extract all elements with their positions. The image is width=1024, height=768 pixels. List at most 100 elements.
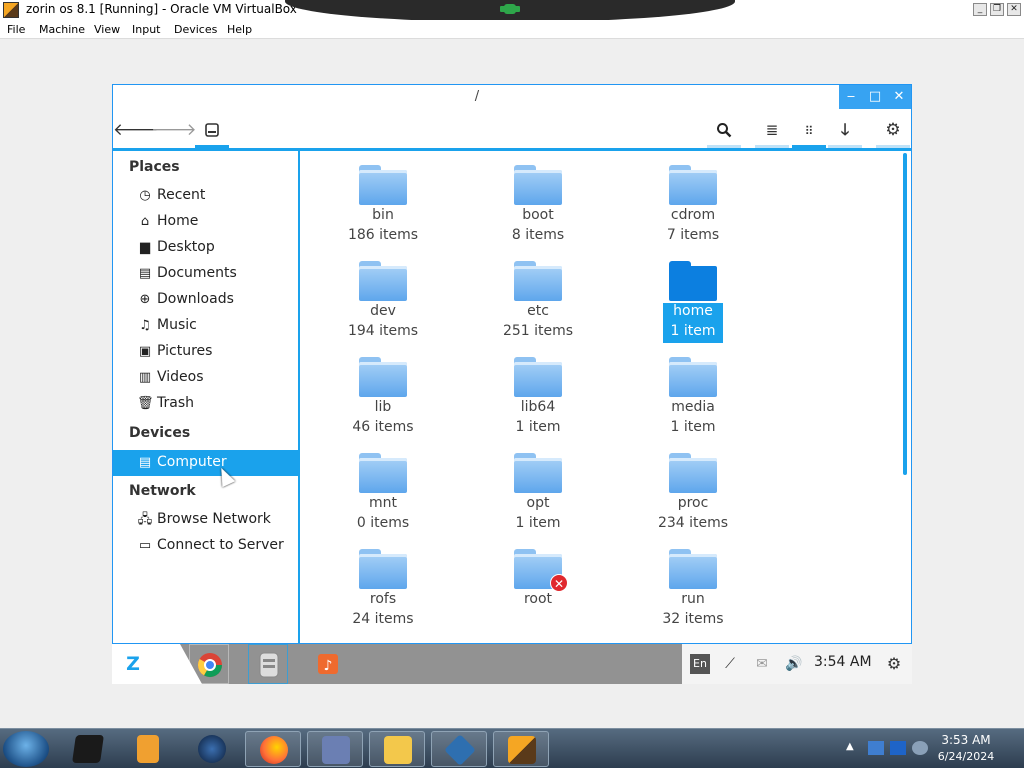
folder-icon [359, 357, 407, 397]
folder-item[interactable]: proc 234 items [628, 445, 758, 541]
host-clock-date[interactable]: 6/24/2024 [926, 750, 1006, 763]
folder-icon [359, 165, 407, 205]
host-restore-button[interactable]: ❐ [990, 3, 1004, 16]
sidebar-item-browse-network[interactable]: 🖧 Browse Network [113, 507, 298, 533]
gear-icon: ⚙ [885, 120, 901, 140]
folder-icon [669, 261, 717, 301]
folder-icon [359, 549, 407, 589]
mail-icon[interactable]: ✉ [752, 654, 772, 674]
sidebar-item-home[interactable]: ⌂ Home [113, 209, 298, 235]
location-computer-button[interactable] [195, 115, 229, 148]
file-manager-titlebar[interactable]: / ‒ □ ✕ [113, 85, 911, 109]
file-manager-icon[interactable] [248, 644, 288, 684]
folder-item-no-access[interactable]: ✕ root [473, 541, 603, 637]
window-title: / [474, 89, 480, 104]
grid-view-icon: ⠿ [804, 124, 814, 138]
drive-icon [205, 123, 219, 137]
firefox-icon[interactable] [245, 731, 301, 767]
arrow-right-icon: 🡒 [151, 120, 197, 140]
drive-icon: ▤ [138, 455, 152, 470]
maximize-button[interactable]: □ [863, 85, 887, 109]
host-taskbar: ▲ 3:53 AM 6/24/2024 [0, 728, 1024, 768]
file-explorer-icon[interactable] [369, 731, 425, 767]
host-window-title: zorin os 8.1 [Running] - Oracle VM Virtu… [26, 2, 297, 16]
menu-view[interactable]: View [94, 23, 120, 36]
sidebar-item-trash[interactable]: 🗑 Trash [113, 391, 298, 417]
network-icon[interactable]: ⟋ [720, 654, 740, 674]
folder-item[interactable]: lib64 1 item [473, 349, 603, 445]
menu-input[interactable]: Input [132, 23, 160, 36]
folder-item[interactable]: bin 186 items [318, 157, 448, 253]
terminal-icon[interactable] [60, 731, 116, 767]
virtualbox-icon[interactable] [431, 731, 487, 767]
network-icon: 🖧 [137, 512, 153, 527]
minimize-button[interactable]: ‒ [839, 85, 863, 109]
toolbar: 🡐 🡒 ≣ ⠿ 🡓 ⚙ [113, 109, 911, 151]
grid-view-button[interactable]: ⠿ [792, 115, 826, 148]
host-close-button[interactable]: ✕ [1007, 3, 1021, 16]
media-player-icon[interactable] [120, 731, 176, 767]
folder-icon [669, 453, 717, 493]
sidebar-item-videos[interactable]: ▥ Videos [113, 365, 298, 391]
vm-indicator-icon [504, 4, 516, 14]
menu-file[interactable]: File [7, 23, 25, 36]
download-button[interactable]: 🡓 [828, 115, 862, 148]
folder-item-selected[interactable]: home 1 item [628, 253, 758, 349]
search-button[interactable] [707, 115, 741, 148]
host-clock-time[interactable]: 3:53 AM [926, 733, 1006, 747]
list-view-button[interactable]: ≣ [755, 115, 789, 148]
host-system-tray: ▲ 3:53 AM 6/24/2024 [840, 729, 1024, 768]
music-icon: ♫ [139, 318, 151, 333]
scrollbar[interactable] [903, 153, 907, 475]
folder-item[interactable]: lib 46 items [318, 349, 448, 445]
network-header: Network [129, 483, 196, 499]
settings-button[interactable]: ⚙ [876, 115, 910, 148]
menu-help[interactable]: Help [227, 23, 252, 36]
sidebar-item-downloads[interactable]: ⊕ Downloads [113, 287, 298, 313]
folder-item[interactable]: mnt 0 items [318, 445, 448, 541]
no-access-icon: ✕ [550, 574, 568, 592]
file-manager-window: / ‒ □ ✕ 🡐 🡒 ≣ ⠿ 🡓 ⚙ Places ◷ Recent ⌂ Home… [112, 84, 912, 644]
menu-machine[interactable]: Machine [39, 23, 85, 36]
close-button[interactable]: ✕ [887, 85, 911, 109]
sidebar-item-computer[interactable]: ▤ Computer [113, 450, 298, 476]
folder-icon [669, 165, 717, 205]
virtualbox-64-icon[interactable] [493, 731, 549, 767]
sidebar-item-connect-to-server[interactable]: ▭ Connect to Server [113, 533, 298, 559]
windows-start-icon[interactable] [3, 731, 49, 767]
keyboard-layout-indicator[interactable]: En [690, 654, 710, 674]
folder-item[interactable]: run 32 items [628, 541, 758, 637]
menu-devices[interactable]: Devices [174, 23, 217, 36]
guest-clock[interactable]: 3:54 AM [814, 654, 872, 670]
show-hidden-icons-icon[interactable]: ▲ [846, 741, 862, 755]
picture-icon: ▣ [138, 344, 152, 359]
download-icon: ⊕ [139, 292, 151, 307]
globe-icon[interactable] [184, 731, 240, 767]
sidebar-item-music[interactable]: ♫ Music [113, 313, 298, 339]
volume-icon[interactable]: 🔊 [784, 654, 804, 674]
sidebar-item-desktop[interactable]: ▆ Desktop [113, 235, 298, 261]
sidebar-item-recent[interactable]: ◷ Recent [113, 183, 298, 209]
back-button[interactable]: 🡐 [113, 115, 159, 145]
network-icon[interactable] [868, 741, 884, 755]
folder-item[interactable]: boot 8 items [473, 157, 603, 253]
sidebar-item-documents[interactable]: ▤ Documents [113, 261, 298, 287]
sidebar-item-pictures[interactable]: ▣ Pictures [113, 339, 298, 365]
folder-item[interactable]: opt 1 item [473, 445, 603, 541]
music-player-icon[interactable]: ♪ [308, 644, 348, 684]
checklist-icon[interactable] [307, 731, 363, 767]
forward-button[interactable]: 🡒 [151, 115, 197, 145]
folder-item[interactable]: media 1 item [628, 349, 758, 445]
devices-header: Devices [129, 425, 191, 441]
zorin-logo-icon: Z [126, 653, 140, 675]
display-icon[interactable] [890, 741, 906, 755]
folder-icon [669, 549, 717, 589]
folder-item[interactable]: cdrom 7 items [628, 157, 758, 253]
folder-item[interactable]: etc 251 items [473, 253, 603, 349]
folder-item[interactable]: dev 194 items [318, 253, 448, 349]
folder-item[interactable]: rofs 24 items [318, 541, 448, 637]
host-minimize-button[interactable]: _ [973, 3, 987, 16]
virtualbox-app-icon [3, 2, 19, 18]
gear-icon[interactable]: ⚙ [884, 654, 904, 674]
vm-indicator-notch [285, 0, 735, 22]
